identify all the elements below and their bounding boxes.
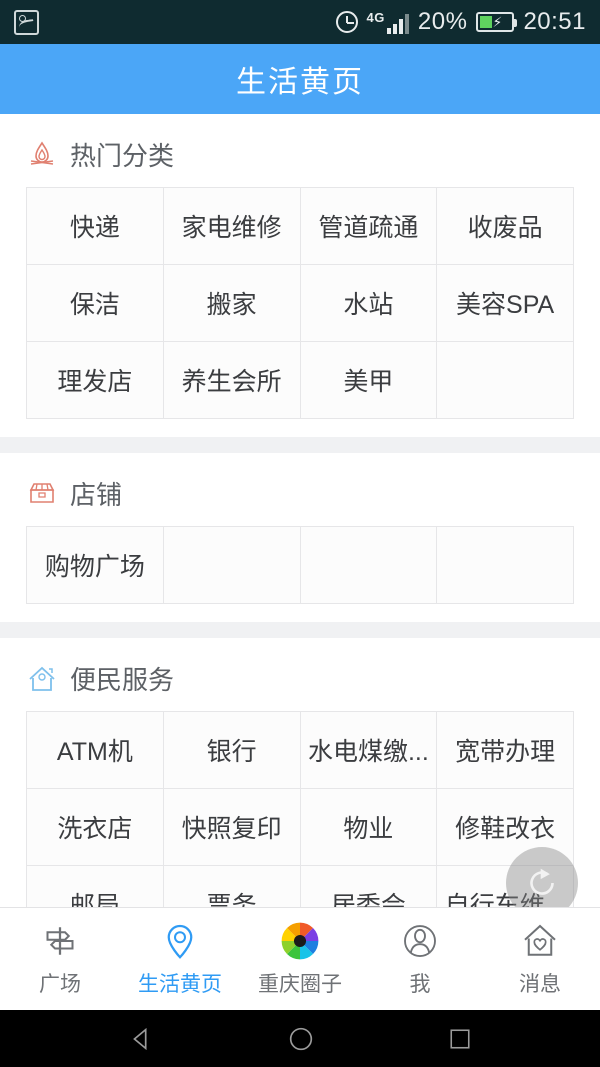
status-bar: 4G 20% ⚡ 20:51 [0,0,600,44]
grid-cell[interactable]: 搬家 [163,265,301,342]
section-hot-categories: 热门分类 快递 家电维修 管道疏通 收废品 保洁 搬家 水站 美容SPA 理发店… [0,114,600,437]
battery-percent-label: 20% [417,8,468,35]
grid-cell[interactable]: 水电煤缴... [300,712,438,789]
grid-cell-empty [437,342,574,419]
content-scroll-area[interactable]: 热门分类 快递 家电维修 管道疏通 收废品 保洁 搬家 水站 美容SPA 理发店… [0,114,600,964]
flame-icon [30,141,54,165]
grid-cell-empty [437,527,574,604]
grid-cell[interactable]: 家电维修 [163,188,301,265]
location-pin-icon [159,920,201,962]
phone-screen: 4G 20% ⚡ 20:51 生活黄页 热门分类 快递 家电维修 管道疏通 收废… [0,0,600,1067]
grid-hot-categories: 快递 家电维修 管道疏通 收废品 保洁 搬家 水站 美容SPA 理发店 养生会所… [26,187,574,419]
tab-guangchang[interactable]: 广场 [0,908,120,1010]
android-navigation-bar [0,1010,600,1067]
grid-cell[interactable]: 保洁 [27,265,164,342]
tab-label: 生活黄页 [138,973,222,996]
grid-cell[interactable]: 宽带办理 [437,712,574,789]
grid-cell[interactable]: 快递 [27,188,164,265]
network-type-label: 4G [366,9,385,25]
section-label: 热门分类 [70,141,175,171]
home-circle-icon[interactable] [286,1024,316,1054]
back-icon[interactable] [126,1024,156,1054]
home-icon [29,666,55,691]
grid-cell[interactable]: 美容SPA [437,265,574,342]
tab-shenghuohuangye[interactable]: 生活黄页 [120,908,240,1010]
refresh-icon [530,868,554,895]
camera-shutter-icon [279,920,321,962]
grid-cell[interactable]: 理发店 [27,342,164,419]
status-bar-right: 4G 20% ⚡ 20:51 [335,8,586,36]
tab-label: 广场 [39,973,81,996]
page-title: 生活黄页 [236,66,364,99]
section-header-hot-categories: 热门分类 [0,114,600,187]
grid-cell[interactable]: 购物广场 [27,527,164,604]
section-header-shops: 店铺 [0,453,600,526]
section-divider [0,622,600,638]
grid-cell-empty [163,527,301,604]
status-bar-clock: 20:51 [523,8,586,35]
alarm-clock-icon [335,11,358,33]
signal-strength-bars [386,13,409,34]
grid-cell-empty [300,527,438,604]
tab-label: 我 [409,973,431,996]
grid-cell[interactable]: 水站 [300,265,438,342]
storefront-icon [29,482,55,503]
grid-cell[interactable]: ATM机 [27,712,164,789]
battery-charging-icon: ⚡ [476,12,518,32]
section-divider [0,437,600,453]
grid-cell[interactable]: 快照复印 [163,789,301,866]
signpost-icon [39,920,81,962]
tab-xiaoxi[interactable]: 消息 [480,908,600,1010]
grid-cell[interactable]: 管道疏通 [300,188,438,265]
section-shops: 店铺 购物广场 [0,453,600,622]
section-label: 店铺 [70,480,123,510]
tab-chongqingquanzi[interactable]: 重庆圈子 [240,908,360,1010]
app-header: 生活黄页 [0,44,600,114]
grid-cell[interactable]: 养生会所 [163,342,301,419]
grid-cell[interactable]: 银行 [163,712,301,789]
section-label: 便民服务 [70,665,175,695]
grid-cell[interactable]: 收废品 [437,188,574,265]
tab-wo[interactable]: 我 [360,908,480,1010]
screenshot-icon [14,9,39,35]
tab-label: 消息 [519,973,561,996]
status-bar-left [14,9,39,35]
grid-cell[interactable]: 美甲 [300,342,438,419]
grid-cell[interactable]: 洗衣店 [27,789,164,866]
person-icon [399,920,441,962]
section-header-convenience-services: 便民服务 [0,638,600,711]
bottom-navigation: 广场 生活黄页 重庆圈子 我 消息 [0,907,600,1010]
recents-square-icon[interactable] [446,1025,474,1053]
grid-shops: 购物广场 [26,526,574,604]
grid-cell[interactable]: 物业 [300,789,438,866]
tab-label: 重庆圈子 [258,973,342,996]
home-heart-icon [519,920,561,962]
signal-bars-icon: 4G [367,11,409,34]
